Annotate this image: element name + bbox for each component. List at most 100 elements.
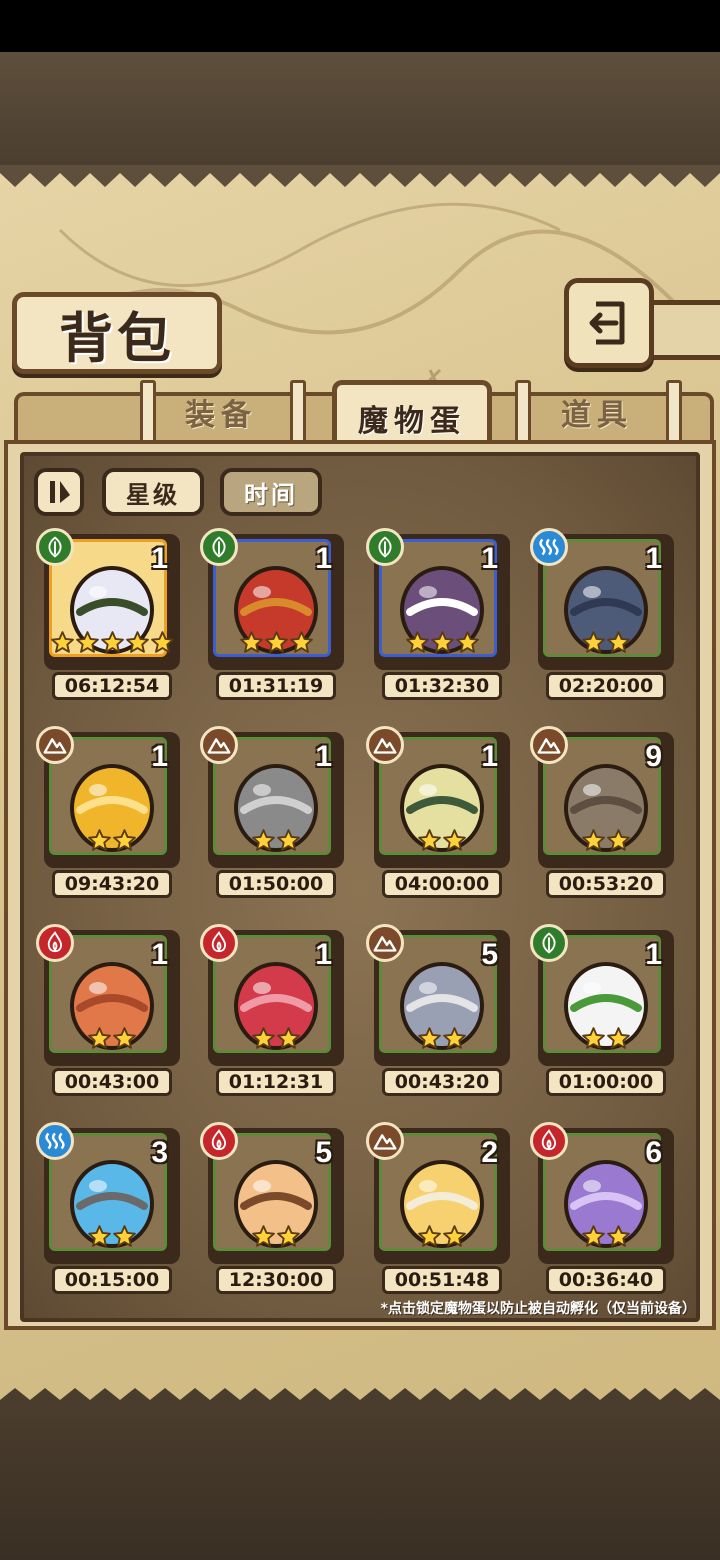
grass-element-icon [530, 924, 568, 962]
star-icon [88, 1027, 111, 1049]
star-icon [252, 829, 275, 851]
star-rating [208, 1026, 344, 1051]
fire-element-icon [200, 1122, 238, 1160]
tab-items[interactable]: 道具 [532, 384, 662, 440]
egg-slot[interactable]: 1 06:12:54 [36, 528, 180, 700]
star-rating [208, 828, 344, 853]
egg-slot[interactable]: 5 00:43:20 [366, 924, 510, 1096]
fire-element-icon [36, 924, 74, 962]
sort-order-toggle[interactable] [34, 468, 84, 516]
hatch-timer: 12:30:00 [216, 1266, 336, 1294]
back-arrow-icon [589, 301, 625, 345]
hatch-timer: 09:43:20 [52, 870, 172, 898]
star-icon [264, 631, 288, 653]
water-element-icon [36, 1122, 74, 1160]
grass-element-icon [366, 528, 404, 566]
star-icon [125, 631, 149, 653]
egg-slot[interactable]: 1 01:31:19 [200, 528, 344, 700]
map-background-bottom [0, 1400, 720, 1560]
egg-count: 5 [481, 938, 498, 971]
torn-edge-top [0, 165, 720, 187]
star-icon [405, 631, 429, 653]
page-title: 背包 [59, 305, 175, 370]
egg-slot[interactable]: 1 02:20:00 [530, 528, 674, 700]
egg-count: 1 [315, 542, 332, 575]
status-bar [0, 0, 720, 52]
egg-slot[interactable]: 1 09:43:20 [36, 726, 180, 898]
egg-count: 1 [645, 542, 662, 575]
star-icon [239, 631, 263, 653]
hatch-timer: 06:12:54 [52, 672, 172, 700]
tab-equipment[interactable]: 装备 [156, 384, 286, 440]
egg-slot[interactable]: 5 12:30:00 [200, 1122, 344, 1294]
page-title-plate: 背包 [12, 292, 222, 374]
star-icon [607, 829, 630, 851]
egg-slot[interactable]: 1 01:12:31 [200, 924, 344, 1096]
star-icon [252, 1027, 275, 1049]
star-icon [113, 1225, 136, 1247]
fire-element-icon [200, 924, 238, 962]
star-icon [455, 631, 479, 653]
egg-slot[interactable]: 1 01:50:00 [200, 726, 344, 898]
hatch-timer: 00:36:40 [546, 1266, 666, 1294]
star-rating [44, 828, 180, 853]
star-icon [277, 1027, 300, 1049]
star-icon [252, 1225, 275, 1247]
sort-by-time-button[interactable]: 时间 [220, 468, 322, 516]
map-background-top [0, 52, 720, 172]
hatch-timer: 00:53:20 [546, 870, 666, 898]
egg-slot[interactable]: 1 01:32:30 [366, 528, 510, 700]
hatch-timer: 00:43:20 [382, 1068, 502, 1096]
star-icon [607, 631, 630, 653]
egg-count: 1 [151, 938, 168, 971]
star-icon [50, 631, 74, 653]
egg-slot[interactable]: 6 00:36:40 [530, 1122, 674, 1294]
sort-by-star-button[interactable]: 星级 [102, 468, 204, 516]
star-icon [607, 1027, 630, 1049]
star-icon [443, 1027, 466, 1049]
egg-slot[interactable]: 1 00:43:00 [36, 924, 180, 1096]
star-rating [44, 630, 180, 655]
star-rating [44, 1026, 180, 1051]
star-icon [88, 1225, 111, 1247]
hatch-timer: 00:43:00 [52, 1068, 172, 1096]
star-rating [538, 828, 674, 853]
star-icon [582, 1027, 605, 1049]
star-icon [100, 631, 124, 653]
egg-slot[interactable]: 2 00:51:48 [366, 1122, 510, 1294]
hatch-timer: 00:15:00 [52, 1266, 172, 1294]
torn-edge-bottom [0, 1388, 720, 1416]
tab-divider [666, 380, 682, 444]
tab-divider [290, 380, 306, 444]
earth-element-icon [530, 726, 568, 764]
egg-slot[interactable]: 1 01:00:00 [530, 924, 674, 1096]
star-rating [538, 630, 674, 655]
star-rating [374, 630, 510, 655]
earth-element-icon [200, 726, 238, 764]
egg-count: 1 [315, 938, 332, 971]
egg-slot[interactable]: 3 00:15:00 [36, 1122, 180, 1294]
egg-count: 3 [151, 1136, 168, 1169]
star-icon [582, 631, 605, 653]
star-icon [289, 631, 313, 653]
egg-count: 5 [315, 1136, 332, 1169]
star-icon [582, 829, 605, 851]
star-icon [150, 631, 174, 653]
back-button[interactable] [564, 278, 654, 368]
egg-count: 1 [151, 542, 168, 575]
fire-element-icon [530, 1122, 568, 1160]
star-icon [277, 1225, 300, 1247]
egg-count: 1 [645, 938, 662, 971]
tab-divider [140, 380, 156, 444]
star-icon [607, 1225, 630, 1247]
star-rating [208, 1224, 344, 1249]
star-icon [418, 1225, 441, 1247]
egg-slot[interactable]: 9 00:53:20 [530, 726, 674, 898]
star-icon [418, 829, 441, 851]
hatch-timer: 04:00:00 [382, 870, 502, 898]
star-icon [75, 631, 99, 653]
egg-slot[interactable]: 1 04:00:00 [366, 726, 510, 898]
star-rating [538, 1224, 674, 1249]
lock-hint-text: *点击锁定魔物蛋以防止被自动孵化（仅当前设备） [380, 1301, 696, 1317]
egg-count: 1 [315, 740, 332, 773]
